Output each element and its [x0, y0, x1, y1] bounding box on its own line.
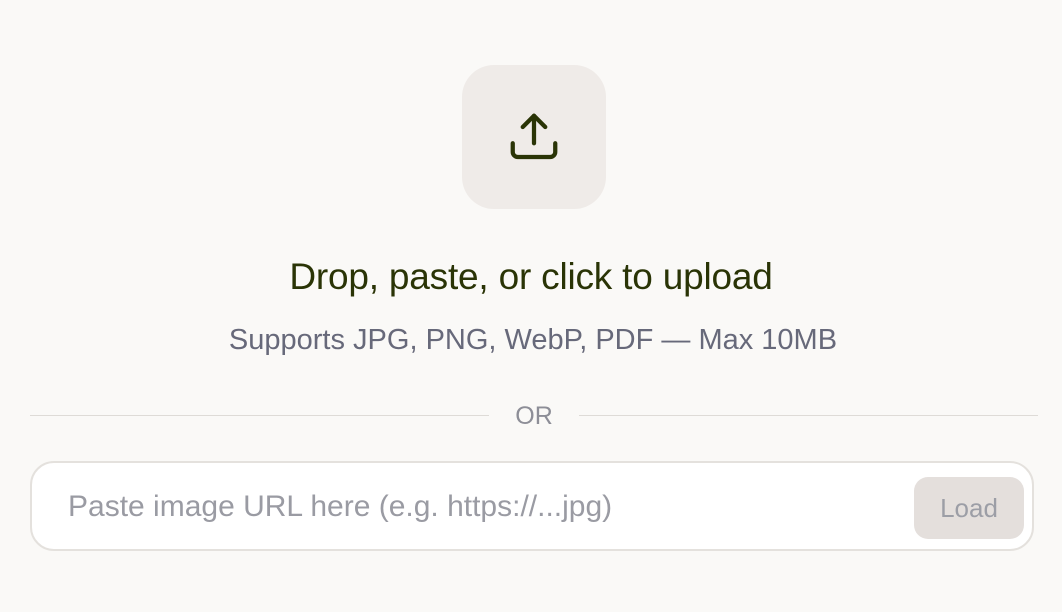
upload-dropzone[interactable]: Drop, paste, or click to upload Supports…: [0, 0, 1062, 380]
url-input-bar: Load: [30, 461, 1034, 551]
divider-line-right: [579, 415, 1038, 416]
or-divider-label: OR: [515, 402, 553, 430]
supported-formats-text: Supports JPG, PNG, WebP, PDF — Max 10MB: [228, 324, 838, 356]
divider-line-left: [30, 415, 489, 416]
image-url-input[interactable]: [68, 485, 908, 529]
upload-icon: [510, 113, 558, 160]
upload-headline: Drop, paste, or click to upload: [289, 256, 773, 297]
upload-icon-tile[interactable]: [462, 65, 606, 209]
load-button[interactable]: Load: [914, 477, 1024, 539]
